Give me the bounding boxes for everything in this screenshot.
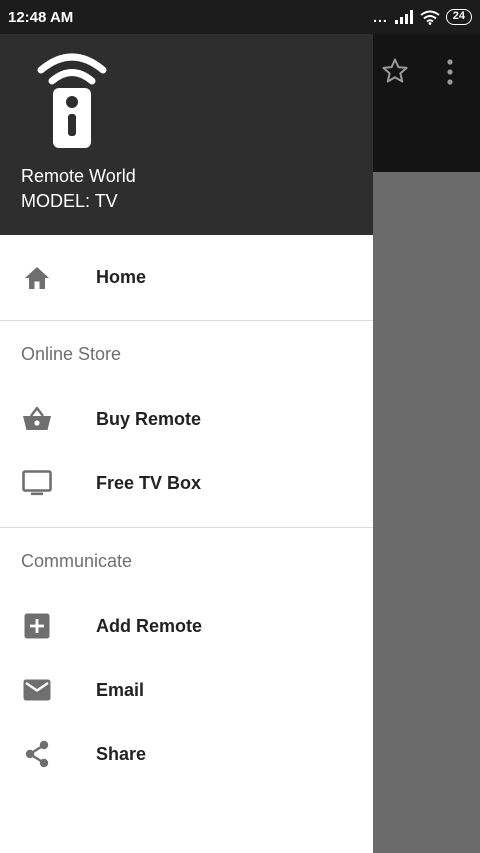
remote-wifi-logo-icon [37, 53, 107, 148]
menu-item-free-tv-box[interactable]: Free TV Box [0, 451, 373, 515]
menu-item-add-remote[interactable]: Add Remote [0, 594, 373, 658]
section-title-communicate: Communicate [21, 550, 133, 571]
menu-item-label: Share [96, 743, 147, 764]
tv-icon [22, 468, 52, 498]
notification-dots: ... [373, 9, 388, 25]
status-time: 12:48 AM [8, 8, 74, 26]
signal-icon [394, 10, 413, 24]
email-icon [22, 675, 52, 705]
section-title-online-store: Online Store [21, 343, 122, 364]
menu-item-home[interactable]: Home [0, 235, 373, 320]
status-bar: 12:48 AM ... 24 [0, 0, 480, 34]
status-icons: ... 24 [373, 9, 472, 25]
menu-item-share[interactable]: Share [0, 722, 373, 786]
wifi-icon [420, 10, 440, 25]
menu-item-buy-remote[interactable]: Buy Remote [0, 387, 373, 451]
menu-item-label: Home [96, 267, 147, 287]
drawer-header: Remote World MODEL: TV [0, 34, 373, 235]
star-icon[interactable] [380, 56, 410, 86]
more-vert-icon[interactable] [440, 58, 460, 86]
menu-item-email[interactable]: Email [0, 658, 373, 722]
menu-item-label: Buy Remote [96, 408, 202, 429]
add-box-icon [22, 611, 52, 641]
home-icon [22, 263, 52, 293]
share-icon [22, 739, 52, 769]
menu-item-label: Free TV Box [96, 472, 202, 493]
menu-item-label: Add Remote [96, 615, 203, 636]
app-name: Remote World [21, 166, 136, 186]
drawer-menu: Home Online Store Buy Remote Free TV Box… [0, 235, 373, 786]
menu-item-label: Email [96, 679, 145, 700]
battery-indicator: 24 [445, 9, 472, 25]
navigation-drawer: Remote World MODEL: TV Home Online Store [0, 0, 373, 853]
model-label: MODEL: TV [21, 191, 118, 211]
basket-icon [22, 404, 52, 434]
